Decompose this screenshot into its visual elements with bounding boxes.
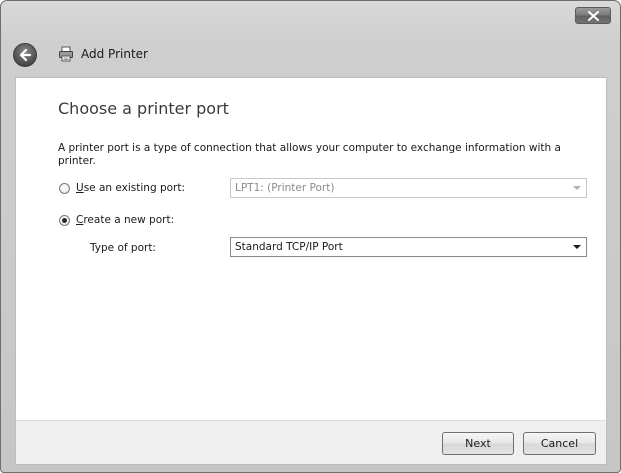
close-button[interactable] (575, 7, 611, 24)
add-printer-window: Add Printer Choose a printer port A prin… (0, 0, 621, 473)
existing-port-radio[interactable] (59, 183, 70, 194)
port-type-value: Standard TCP/IP Port (235, 241, 343, 253)
wizard-content: Choose a printer port A printer port is … (15, 77, 607, 420)
page-description: A printer port is a type of connection t… (58, 142, 561, 167)
existing-port-value: LPT1: (Printer Port) (235, 182, 335, 194)
existing-port-label-rest: se an existing port: (83, 182, 186, 194)
back-button[interactable] (13, 43, 37, 67)
printer-icon (59, 46, 73, 62)
existing-port-mnemonic: U (76, 182, 84, 194)
new-port-radio[interactable] (59, 215, 70, 226)
close-icon (588, 11, 599, 21)
chevron-down-icon (573, 186, 581, 190)
new-port-label[interactable]: Create a new port: (76, 214, 174, 226)
cancel-button[interactable]: Cancel (523, 432, 596, 455)
back-arrow-icon (19, 48, 32, 62)
port-type-label: Type of port: (90, 242, 156, 254)
chevron-down-icon (573, 245, 581, 249)
existing-port-select: LPT1: (Printer Port) (230, 178, 587, 198)
page-heading: Choose a printer port (58, 99, 229, 118)
existing-port-label[interactable]: Use an existing port: (76, 182, 185, 194)
next-button[interactable]: Next (442, 432, 514, 455)
new-port-label-rest: reate a new port: (83, 214, 175, 226)
window-title: Add Printer (81, 47, 148, 61)
port-type-select[interactable]: Standard TCP/IP Port (230, 237, 587, 257)
wizard-footer: Next Cancel (15, 420, 607, 465)
